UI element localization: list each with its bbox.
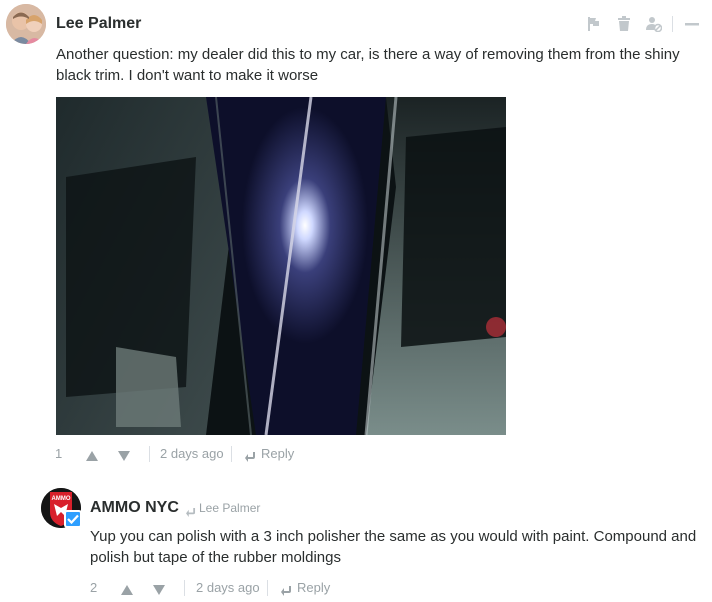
reply-button[interactable]: Reply [261,446,294,461]
avatar[interactable] [6,4,46,44]
timestamp[interactable]: 2 days ago [196,580,260,595]
vote-count: 2 [90,580,98,595]
divider [267,580,268,596]
attached-photo[interactable] [56,97,506,435]
divider [184,580,185,596]
divider [231,446,232,462]
reply-button[interactable]: Reply [297,580,330,595]
reply-arrow-icon [281,583,292,601]
verified-badge-icon [64,510,82,528]
timestamp[interactable]: 2 days ago [160,446,224,461]
divider [672,16,673,32]
avatar-logo-text: AMMO [52,496,71,502]
downvote-icon[interactable] [153,582,165,600]
vote-count: 1 [55,446,63,461]
trash-icon[interactable] [616,16,632,32]
upvote-icon[interactable] [121,582,133,600]
block-user-icon[interactable] [646,16,663,33]
in-reply-to-link[interactable]: Lee Palmer [199,501,260,515]
downvote-icon[interactable] [118,448,130,466]
reply-arrow-icon [245,449,256,467]
collapse-icon[interactable] [684,16,700,32]
comment-author[interactable]: AMMO NYC [90,499,179,517]
comment-author[interactable]: Lee Palmer [56,15,141,33]
divider [149,446,150,462]
reply-arrow-icon [186,504,196,522]
flag-icon[interactable] [586,16,602,32]
comment-text: Yup you can polish with a 3 inch polishe… [90,528,697,566]
upvote-icon[interactable] [86,448,98,466]
comment-text: Another question: my dealer did this to … [56,46,680,84]
